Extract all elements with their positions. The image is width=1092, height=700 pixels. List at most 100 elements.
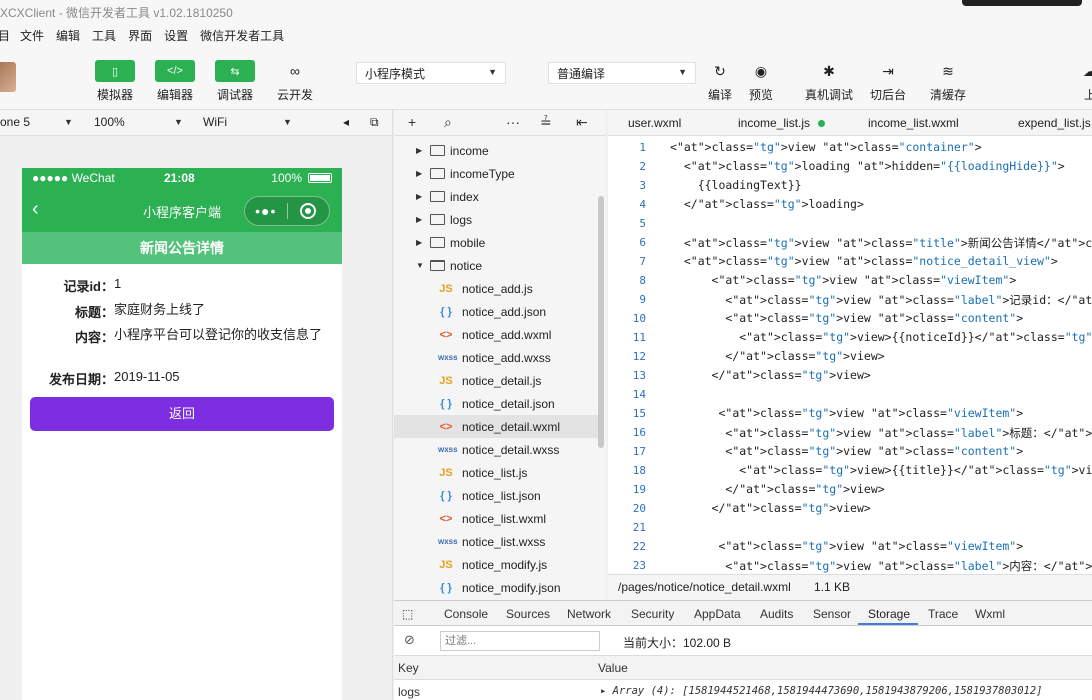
- storage-table-header: Key Value: [394, 656, 1092, 680]
- code-line[interactable]: <"at">class="tg">view "at">class="title"…: [670, 235, 1092, 251]
- bug-icon: ✱: [823, 62, 835, 79]
- tree-file[interactable]: wxss notice_list.wxss: [394, 530, 598, 553]
- tree-file[interactable]: { } notice_add.json: [394, 300, 598, 323]
- editor-button[interactable]: </> 编辑器: [155, 60, 195, 103]
- tab-income-list-wxml[interactable]: income_list.wxml: [868, 116, 959, 130]
- tab-sensor[interactable]: Sensor: [813, 607, 851, 621]
- code-line[interactable]: {{loadingText}}: [670, 178, 802, 192]
- editor-label: 编辑器: [156, 88, 193, 102]
- block-icon[interactable]: ⊘: [404, 632, 415, 648]
- code-line[interactable]: <"at">class="tg">view "at">class="label"…: [670, 558, 1092, 574]
- code-line[interactable]: <"at">class="tg">view "at">class="label"…: [670, 292, 1092, 308]
- tree-file[interactable]: wxss notice_detail.wxss: [394, 438, 598, 461]
- menu-item-wechat-devtools[interactable]: 微信开发者工具: [200, 27, 284, 44]
- tree-file[interactable]: { } notice_detail.json: [394, 392, 598, 415]
- cloud-button[interactable]: ∞ 云开发: [275, 60, 315, 103]
- code-line[interactable]: <"at">class="tg">view "at">class="conten…: [670, 311, 1023, 325]
- tree-file[interactable]: { } notice_list.json: [394, 484, 598, 507]
- tree-file[interactable]: JS notice_detail.js: [394, 369, 598, 392]
- tab-appdata[interactable]: AppData: [694, 607, 741, 621]
- capsule-menu[interactable]: •●•: [244, 196, 330, 226]
- tree-folder-open[interactable]: ▼ notice: [394, 254, 598, 277]
- code-line[interactable]: <"at">class="tg">view "at">class="contai…: [670, 140, 982, 154]
- debugger-button[interactable]: ⇆ 调试器: [215, 60, 255, 103]
- background-button[interactable]: ⇥ 切后台: [868, 60, 908, 103]
- avatar[interactable]: [0, 62, 16, 92]
- tab-user-wxml[interactable]: user.wxml: [628, 116, 681, 130]
- more-icon[interactable]: ···: [506, 114, 520, 130]
- tree-folder[interactable]: ▶ mobile: [394, 231, 598, 254]
- menu-item-edit[interactable]: 编辑: [56, 27, 80, 44]
- tree-file[interactable]: JS notice_add.js: [394, 277, 598, 300]
- code-line[interactable]: <"at">class="tg">loading "at">hidden="{{…: [670, 159, 1065, 173]
- zoom-select[interactable]: 100%: [94, 115, 125, 129]
- tree-file[interactable]: { } notice_modify.json: [394, 576, 598, 599]
- tree-file[interactable]: wxss notice_add.wxss: [394, 346, 598, 369]
- more-dots-icon[interactable]: •●•: [245, 203, 287, 219]
- device-select[interactable]: one 5: [0, 115, 30, 129]
- menu-item-file[interactable]: 文件: [20, 27, 44, 44]
- tab-sources[interactable]: Sources: [506, 607, 550, 621]
- tab-income-list-js[interactable]: income_list.js: [738, 116, 826, 130]
- tab-expend-list-js[interactable]: expend_list.js: [1018, 116, 1091, 130]
- code-line[interactable]: <"at">class="tg">view>{{title}}</"at">cl…: [670, 463, 1092, 477]
- tree-file-selected[interactable]: <> notice_detail.wxml: [394, 415, 598, 438]
- code-line[interactable]: <"at">class="tg">view "at">class="viewIt…: [670, 539, 1023, 553]
- window-controls[interactable]: [962, 0, 1082, 6]
- wxss-file-icon: wxss: [438, 353, 458, 362]
- tree-file[interactable]: JS notice_list.js: [394, 461, 598, 484]
- collapse-icon[interactable]: ≟: [540, 114, 552, 131]
- table-row[interactable]: logs ▸ Array (4): [1581944521468,1581944…: [394, 681, 1092, 700]
- code-line[interactable]: </"at">class="tg">view>: [670, 482, 884, 496]
- tab-wxml[interactable]: Wxml: [975, 607, 1005, 621]
- tree-file[interactable]: <> notice_list.wxml: [394, 507, 598, 530]
- menu-item-settings[interactable]: 设置: [164, 27, 188, 44]
- upload-button[interactable]: ☁ 上: [1070, 60, 1092, 103]
- network-select[interactable]: WiFi: [203, 115, 227, 129]
- close-circle-icon[interactable]: [287, 203, 329, 219]
- tree-folder[interactable]: ▶ income: [394, 139, 598, 162]
- code-line[interactable]: </"at">class="tg">view>: [670, 368, 871, 382]
- code-line[interactable]: <"at">class="tg">view "at">class="viewIt…: [670, 406, 1023, 420]
- popout-icon[interactable]: ⧉: [370, 115, 379, 130]
- tab-audits[interactable]: Audits: [760, 607, 793, 621]
- clear-cache-button[interactable]: ≋ 清缓存: [928, 60, 968, 103]
- compile-button[interactable]: ↻ 编译: [700, 60, 740, 103]
- real-debug-button[interactable]: ✱ 真机调试: [805, 60, 853, 103]
- line-number: 18: [632, 464, 646, 477]
- tree-file[interactable]: JS notice_modify.js: [394, 553, 598, 576]
- filter-input[interactable]: [440, 631, 600, 651]
- code-line[interactable]: <"at">class="tg">view "at">class="label"…: [670, 425, 1092, 441]
- simulator-button[interactable]: ▯ 模拟器: [95, 60, 135, 103]
- back-button[interactable]: 返回: [30, 397, 334, 431]
- tab-network[interactable]: Network: [567, 607, 611, 621]
- code-line[interactable]: </"at">class="tg">view>: [670, 501, 871, 515]
- mode-select[interactable]: 小程序模式 ▼: [356, 62, 506, 84]
- tree-folder[interactable]: ▶ index: [394, 185, 598, 208]
- tab-trace[interactable]: Trace: [928, 607, 958, 621]
- compile-select[interactable]: 普通编译 ▼: [548, 62, 696, 84]
- inspect-icon[interactable]: ⬚: [402, 607, 413, 621]
- code-editor[interactable]: 1 <"at">class="tg">view "at">class="conta…: [608, 136, 1092, 574]
- code-line[interactable]: </"at">class="tg">loading>: [670, 197, 864, 211]
- code-line[interactable]: <"at">class="tg">view>{{noticeId}}</"at"…: [670, 330, 1092, 344]
- preview-button[interactable]: ◉ 预览: [741, 60, 781, 103]
- tab-security[interactable]: Security: [631, 607, 674, 621]
- tree-file[interactable]: <> notice_add.wxml: [394, 323, 598, 346]
- code-line[interactable]: <"at">class="tg">view "at">class="notice…: [670, 254, 1058, 268]
- toggle-tree-icon[interactable]: ⇤: [576, 114, 588, 131]
- menu-item-project[interactable]: 目: [0, 27, 10, 44]
- tab-console[interactable]: Console: [444, 607, 488, 621]
- code-line[interactable]: <"at">class="tg">view "at">class="viewIt…: [670, 273, 1017, 287]
- tree-folder[interactable]: ▶ incomeType: [394, 162, 598, 185]
- volume-icon[interactable]: ◂: [343, 115, 349, 129]
- tree-folder[interactable]: ▶ logs: [394, 208, 598, 231]
- search-icon[interactable]: ⌕: [444, 114, 452, 131]
- code-line[interactable]: <"at">class="tg">view "at">class="conten…: [670, 444, 1023, 458]
- tab-storage[interactable]: Storage: [868, 607, 910, 621]
- menu-item-tools[interactable]: 工具: [92, 27, 116, 44]
- add-icon[interactable]: +: [408, 114, 416, 130]
- menu-item-view[interactable]: 界面: [128, 27, 152, 44]
- code-line[interactable]: </"at">class="tg">view>: [670, 349, 884, 363]
- tree-scrollbar[interactable]: [598, 196, 604, 448]
